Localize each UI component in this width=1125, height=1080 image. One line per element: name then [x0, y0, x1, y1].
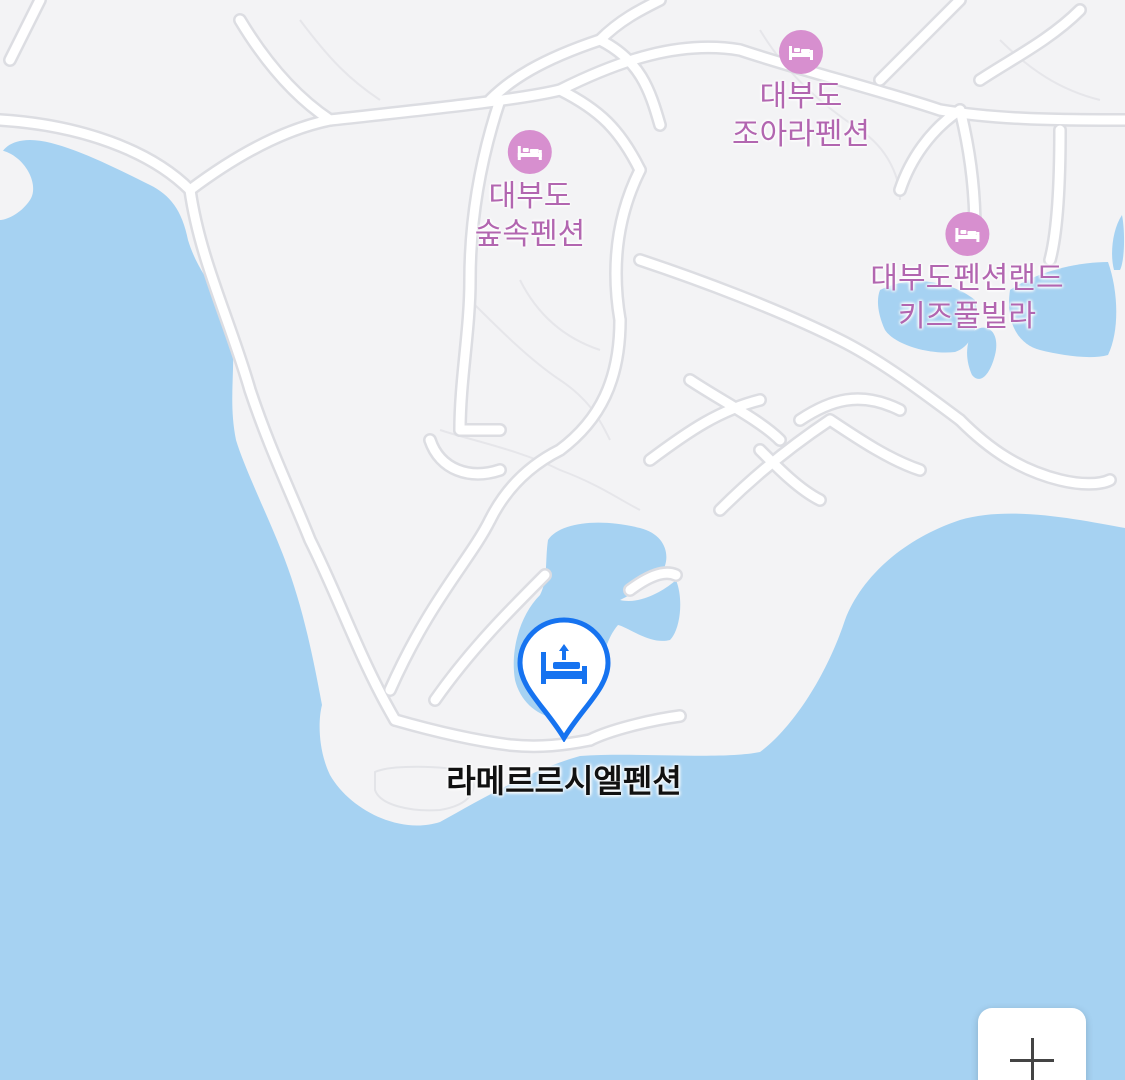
selected-location-pin-icon[interactable]	[516, 616, 612, 742]
map-view[interactable]: 대부도 조아라펜션 대부도 숲속펜션 대부도펜션랜드 키즈풀빌라 라메르르시엘펜…	[0, 0, 1125, 1080]
bed-icon	[944, 212, 989, 256]
poi-label: 대부도 숲속펜션	[474, 179, 586, 252]
plus-icon	[1010, 1038, 1054, 1080]
selected-place-label: 라메르르시엘펜션	[446, 762, 682, 800]
poi-supsok-pension[interactable]: 대부도 숲속펜션	[475, 130, 585, 254]
poi-joara-pension[interactable]: 대부도 조아라펜션	[732, 30, 870, 154]
poi-label: 대부도펜션랜드 키즈풀빌라	[870, 261, 1064, 334]
zoom-in-button[interactable]	[978, 1008, 1086, 1080]
poi-label: 대부도 조아라펜션	[732, 79, 870, 152]
poi-pension-land-kids-villa[interactable]: 대부도펜션랜드 키즈풀빌라	[870, 212, 1064, 336]
bed-icon	[779, 30, 823, 74]
bed-icon	[508, 130, 552, 174]
